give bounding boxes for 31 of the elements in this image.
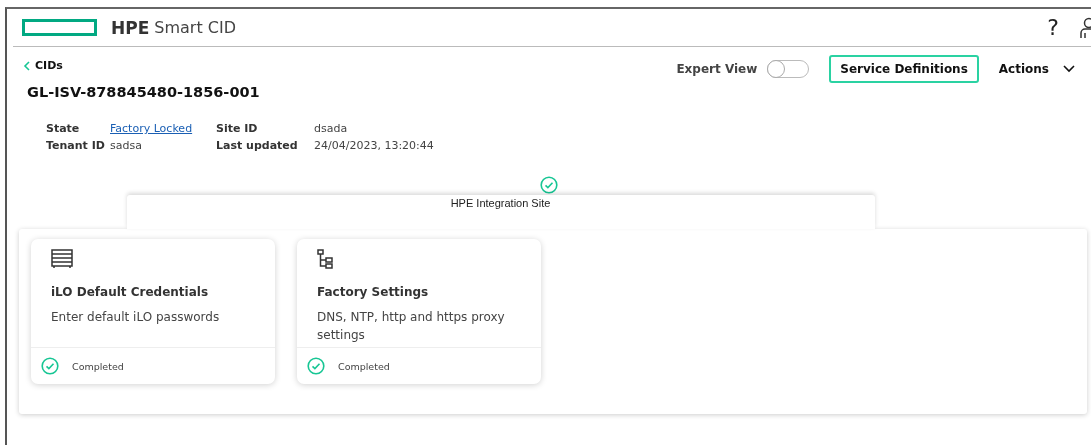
card-title: iLO Default Credentials [51,285,209,299]
card-description: Enter default iLO passwords [51,309,220,326]
detail-value: sadsa [110,139,143,152]
status-text: Completed [72,360,124,372]
brand-name: HPE [111,17,150,38]
detail-label: Last updated [216,139,299,152]
actions-menu-button[interactable]: Actions [998,62,1075,76]
logo-icon [22,19,97,36]
task-card[interactable]: iLO Default Credentials Enter default iLO passwords Completed [31,239,275,384]
back-chevron-icon [23,60,30,71]
state-link[interactable]: Factory Locked [110,122,216,135]
service-definitions-button[interactable]: Service Definitions [829,55,979,83]
detail-value: 24/04/2023, 13:20:44 [314,139,434,152]
product-name: Smart CID [154,18,236,37]
detail-value: dsada [314,122,349,135]
detail-label: State [46,122,81,135]
site-tab[interactable]: HPE Integration Site [126,195,875,229]
hierarchy-icon [317,249,333,269]
status-text: Completed [338,360,390,372]
expert-view-toggle[interactable] [767,60,810,78]
card-title: Factory Settings [317,285,429,299]
toggle-label: Expert View [676,62,758,76]
server-icon [51,249,73,269]
detail-label: Tenant ID [46,139,106,152]
task-card[interactable]: Factory Settings DNS, NTP, http and https proxy settings Completed [297,239,541,384]
caret-icon [1063,65,1075,73]
back-link[interactable]: CIDs [23,59,677,72]
card-description: DNS, NTP, http and https proxy settings [317,309,506,344]
detail-label: Site ID [216,122,259,135]
cid-title: GL-ISV-878845480-1856-001 [27,84,261,100]
help-button[interactable]: ? [1047,15,1059,40]
